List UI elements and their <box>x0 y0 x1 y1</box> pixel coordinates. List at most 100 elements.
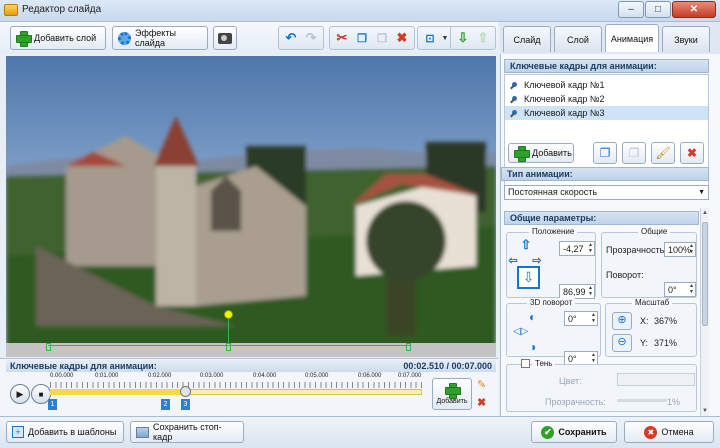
pos-x-input[interactable]: -4,27 <box>559 241 595 256</box>
add-templates-label: Добавить в шаблоны <box>28 427 117 437</box>
anim-type-select[interactable]: Постоянная скорость ▼ <box>504 185 709 200</box>
timeline-ruler[interactable]: 0.00.000 0:01.000 0:02.000 0:03.000 0:04… <box>48 373 426 410</box>
scale-x-value[interactable]: 367% <box>654 316 677 326</box>
cancel-label: Отмена <box>661 427 694 437</box>
undo-redo-group: ↶ ↷ <box>278 26 324 50</box>
tick-label: 0:01.000 <box>95 373 119 379</box>
preview-bottom-strip <box>6 343 496 357</box>
add-layer-button[interactable]: Добавить слой <box>10 26 106 50</box>
position-title: Положение <box>529 227 578 236</box>
tab-sounds[interactable]: Звуки <box>662 26 710 52</box>
tab-animation[interactable]: Анимация <box>605 24 659 52</box>
maximize-button[interactable]: □ <box>645 1 671 18</box>
cut-icon[interactable]: ✂ <box>333 29 351 47</box>
edit-group: ✂ ❐ ❐ ✖ <box>329 26 415 50</box>
copy-keyframe-button[interactable]: ❐ <box>593 142 617 164</box>
scroll-down-icon[interactable]: ▼ <box>702 408 708 414</box>
delete-keyframe-button[interactable]: ✖ <box>680 142 704 164</box>
scale-y-value[interactable]: 371% <box>654 338 677 348</box>
zoom-out-icon[interactable]: ⊖ <box>612 334 632 352</box>
scrollbar-thumb[interactable] <box>702 222 708 326</box>
chevron-down-icon: ▼ <box>698 189 705 196</box>
panel-scrollbar[interactable]: ▲ ▼ <box>700 208 709 416</box>
arrow-down-icon[interactable]: ⇩ <box>517 266 540 289</box>
slide-preview[interactable] <box>6 56 496 356</box>
plus-icon <box>445 383 461 399</box>
timeline-title: Ключевые кадры для анимации: <box>10 361 157 371</box>
keyframe-marker[interactable]: 1 <box>48 399 57 410</box>
tab-layer[interactable]: Слой <box>554 26 602 52</box>
shadow-opacity-slider[interactable] <box>617 399 667 402</box>
tick-label: 0:02.000 <box>148 373 172 379</box>
pencil-icon[interactable]: ✎ <box>477 378 491 392</box>
redo-icon[interactable]: ↷ <box>302 29 320 47</box>
list-item[interactable]: Ключевой кадр №2 <box>505 92 708 106</box>
add-layer-label: Добавить слой <box>34 33 97 43</box>
paste-keyframe-button[interactable]: ❐ <box>622 142 646 164</box>
preview-button[interactable] <box>213 26 237 50</box>
app-icon <box>4 4 18 16</box>
keyframe-marker[interactable]: 2 <box>161 399 170 410</box>
rotate-y-icon[interactable]: ◑ <box>529 340 536 354</box>
close-button[interactable]: ✕ <box>672 1 716 18</box>
keyframe-marker[interactable]: 3 <box>181 399 190 410</box>
scale-group: Масштаб ⊕ X: 367% ⊖ Y: 371% <box>605 298 697 357</box>
delete-keyframe-icon[interactable]: ✖ <box>477 396 491 410</box>
brush-icon: 🖌 <box>655 146 671 160</box>
title-bar: Редактор слайда – □ ✕ <box>0 0 720 22</box>
rotation-handle[interactable] <box>224 310 233 319</box>
tick-label: 0:07.000 <box>398 373 422 379</box>
slide-effects-button[interactable]: Эффекты слайда <box>112 26 208 50</box>
shadow-opacity-value: 1% <box>667 397 681 407</box>
animation-panel: Ключевые кадры для анимации: Ключевой ка… <box>500 54 720 416</box>
save-frame-button[interactable]: Сохранить стоп-кадр <box>130 421 244 443</box>
paste-icon[interactable]: ❐ <box>373 29 391 47</box>
rotation-3d-group: 3D поворот ◐ ◁▷ ◑ 0° 0° <box>506 298 601 366</box>
tab-slide[interactable]: Слайд <box>503 26 551 52</box>
scale-title: Масштаб <box>632 298 673 307</box>
shadow-checkbox[interactable] <box>521 359 530 368</box>
save-button[interactable]: ✔ Сохранить <box>531 421 617 443</box>
arrow-up-icon[interactable]: ⇧ <box>518 237 534 253</box>
timeline-time: 00:02.510 / 00:07.000 <box>403 361 492 371</box>
order-group: ⇩ ⇧ <box>450 26 496 50</box>
playhead[interactable] <box>180 386 191 397</box>
chevron-down-icon[interactable]: ▼ <box>441 29 449 47</box>
paste-icon: ❐ <box>628 146 640 160</box>
save-label: Сохранить <box>558 427 607 437</box>
list-item[interactable]: Ключевой кадр №1 <box>505 78 708 92</box>
align-icon[interactable]: ⊡ <box>421 29 439 47</box>
opacity-input[interactable]: 100% <box>664 242 696 257</box>
shadow-color-field[interactable] <box>617 373 695 386</box>
undo-icon[interactable]: ↶ <box>282 29 300 47</box>
brush-button[interactable]: 🖌 <box>651 142 675 164</box>
cancel-button[interactable]: ✖ Отмена <box>624 421 714 443</box>
rot3d-x-input[interactable]: 0° <box>564 311 598 326</box>
bound-line <box>48 345 410 346</box>
tick-label: 0.00.000 <box>50 373 74 379</box>
add-keyframe-button[interactable]: Добавить <box>508 143 574 163</box>
zoom-in-icon[interactable]: ⊕ <box>612 312 632 330</box>
rotate-input[interactable]: 0° <box>664 282 696 297</box>
minimize-button[interactable]: – <box>618 1 644 18</box>
pos-y-input[interactable]: 86,99 <box>559 284 595 299</box>
timeline-add-button[interactable]: Добавить <box>432 378 472 410</box>
tick-label: 0:06.000 <box>358 373 382 379</box>
move-down-icon[interactable]: ⇩ <box>454 29 472 47</box>
projector-icon <box>218 32 232 44</box>
list-item-selected[interactable]: Ключевой кадр №3 <box>505 106 708 120</box>
scale-y-label: Y: <box>640 338 649 348</box>
rotate-label: Поворот: <box>606 270 644 280</box>
position-group: Положение ⇧ ⇦ ⇨ ⇩ -4,27 86,99 <box>506 227 596 299</box>
delete-icon[interactable]: ✖ <box>393 29 411 47</box>
rotate-left-icon[interactable]: ◁▷ <box>513 326 528 337</box>
move-up-icon[interactable]: ⇧ <box>474 29 492 47</box>
rotate-x-icon[interactable]: ◐ <box>529 310 536 324</box>
bottom-bar: + Добавить в шаблоны Сохранить стоп-кадр… <box>0 416 720 448</box>
cancel-icon: ✖ <box>644 425 658 439</box>
copy-icon[interactable]: ❐ <box>353 29 371 47</box>
pin-icon <box>511 95 520 104</box>
add-to-templates-button[interactable]: + Добавить в шаблоны <box>6 421 124 443</box>
scroll-up-icon[interactable]: ▲ <box>702 210 708 216</box>
play-button[interactable]: ▶ <box>10 384 30 404</box>
